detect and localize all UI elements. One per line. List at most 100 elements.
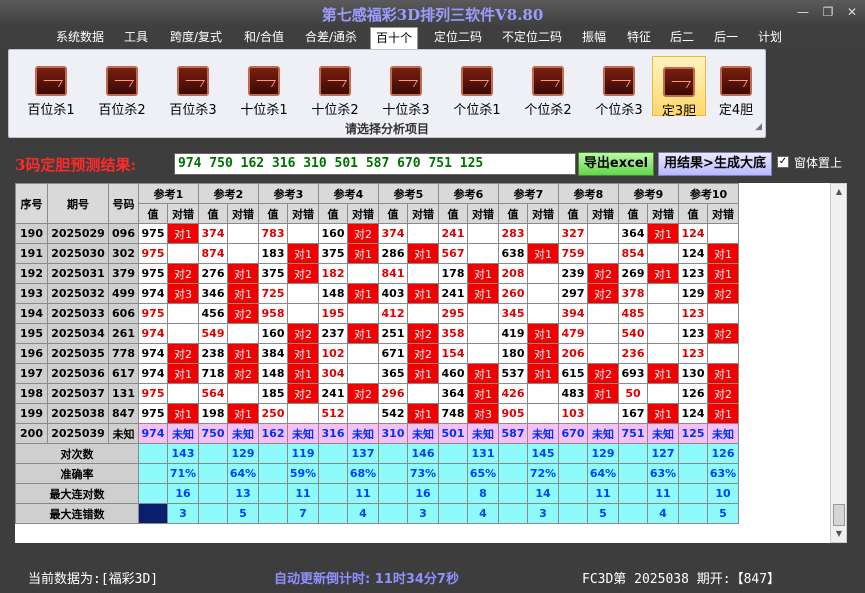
generate-base-button[interactable]: 用结果>生成大底 xyxy=(658,152,772,176)
cell-value: 975 xyxy=(138,243,168,264)
cell-value: 403 xyxy=(378,283,408,304)
cell-mark: 对1 xyxy=(467,283,499,304)
table-row[interactable]: 191 2025030 302 975 874 183 对1 375 对1 286 对1 567 638… xyxy=(15,243,739,264)
cell-value: 295 xyxy=(438,303,468,324)
chart-icon xyxy=(319,66,351,96)
menu-3[interactable]: 跨度/复式 xyxy=(165,27,227,49)
cell-mark xyxy=(407,263,439,284)
cell-mark: 对3 xyxy=(467,403,499,424)
menu-12[interactable]: 后一 xyxy=(711,27,741,49)
cell-mark xyxy=(587,243,619,264)
cell-mark xyxy=(347,343,379,364)
ribbon-button-2[interactable]: 百位杀2 xyxy=(92,56,152,118)
cell-value: 365 xyxy=(378,363,408,384)
value-header: 值 xyxy=(198,203,228,224)
analysis-table: 序号 期号 号码 参考1 参考2 参考3 参考4 参考5 参考6 参考7 参考8 参考9 参考10 值对错… xyxy=(15,183,739,524)
menu-2[interactable]: 工具 xyxy=(120,27,152,49)
cell-mark xyxy=(407,223,439,244)
menu-1[interactable]: 系统数据 xyxy=(53,27,107,49)
cell-value: 854 xyxy=(618,243,648,264)
cell-mark: 对1 xyxy=(407,403,439,424)
ribbon-button-1[interactable]: 百位杀1 xyxy=(21,56,81,118)
ribbon-button-label: 百位杀2 xyxy=(98,103,146,118)
stats-value: 3 xyxy=(527,503,559,524)
ribbon-button-6[interactable]: 十位杀3 xyxy=(376,56,436,118)
menu-7[interactable]: 定位二码 xyxy=(430,27,486,49)
export-excel-button[interactable]: 导出excel xyxy=(578,152,654,176)
table-row[interactable]: 198 2025037 131 975 564 185 对2 241 对2 296 364 对1 426… xyxy=(15,383,739,404)
table-row[interactable]: 195 2025034 261 974 549 160 对2 237 对1 251 对2 358 419… xyxy=(15,323,739,344)
cell-value: 180 xyxy=(498,343,528,364)
menu-13[interactable]: 计划 xyxy=(755,27,785,49)
restore-button[interactable]: ❐ xyxy=(817,4,839,20)
stats-spacer xyxy=(258,463,288,484)
table-row[interactable]: 197 2025036 617 974 对1 718 对2 148 对1 304 365 对1 460 对… xyxy=(15,363,739,384)
chart-icon xyxy=(532,66,564,96)
ribbon-button-label: 百位杀3 xyxy=(169,103,217,118)
value-header: 值 xyxy=(438,203,468,224)
menu-10[interactable]: 特征 xyxy=(622,27,656,49)
cell-value: 374 xyxy=(378,223,408,244)
result-field[interactable]: 974 750 162 316 310 501 587 670 751 125 xyxy=(174,153,576,175)
menu-5[interactable]: 合差/通杀 xyxy=(301,27,361,49)
cell-mark xyxy=(527,383,559,404)
ribbon-button-5[interactable]: 十位杀2 xyxy=(305,56,365,118)
menu-11[interactable]: 后二 xyxy=(667,27,697,49)
ribbon-button-7[interactable]: 个位杀1 xyxy=(447,56,507,118)
table-row[interactable]: 190 2025029 096 975 对1 374 783 160 对2 374 241 283 32… xyxy=(15,223,739,244)
table-row[interactable]: 194 2025033 606 975 456 对2 958 195 412 295 345 394 4… xyxy=(15,303,739,324)
scroll-up-icon[interactable]: ▲ xyxy=(831,184,847,200)
row-number: 379 xyxy=(108,263,139,284)
stats-spacer xyxy=(378,463,408,484)
topmost-checkbox[interactable]: ✓ xyxy=(777,156,789,168)
cell-mark: 对1 xyxy=(227,263,259,284)
value-header: 值 xyxy=(678,203,708,224)
table-row[interactable]: 199 2025038 847 975 对1 198 对1 250 512 542 对1 748 对3 9… xyxy=(15,403,739,424)
ribbon-button-label: 百位杀1 xyxy=(27,103,75,118)
ribbon-button-label: 十位杀2 xyxy=(311,103,359,118)
table-row[interactable]: 196 2025035 778 974 对2 238 对1 384 对1 102 671 对2 154 1… xyxy=(15,343,739,364)
cell-mark: 对1 xyxy=(707,263,739,284)
vertical-scrollbar[interactable]: ▲ ▼ xyxy=(830,183,847,543)
row-number: 617 xyxy=(108,363,139,384)
scroll-down-icon[interactable]: ▼ xyxy=(831,526,847,542)
menu-9[interactable]: 振幅 xyxy=(578,27,610,49)
menu-4[interactable]: 和/合值 xyxy=(239,27,289,49)
ribbon-button-4[interactable]: 十位杀1 xyxy=(234,56,294,118)
ribbon-expand-icon[interactable]: ◢ xyxy=(755,122,762,132)
reference-header: 参考5 xyxy=(378,183,439,204)
cell-mark xyxy=(227,323,259,344)
chart-icon xyxy=(603,66,635,96)
stats-value: 7 xyxy=(287,503,319,524)
cell-value: 126 xyxy=(678,383,708,404)
scroll-thumb[interactable] xyxy=(833,504,845,526)
cell-value: 50 xyxy=(618,383,648,404)
cell-mark xyxy=(227,243,259,264)
cell-mark xyxy=(707,223,739,244)
ribbon-button-3[interactable]: 百位杀3 xyxy=(163,56,223,118)
close-button[interactable]: ✕ xyxy=(841,4,863,20)
stats-spacer xyxy=(438,503,468,524)
cell-mark xyxy=(467,343,499,364)
row-period: 2025033 xyxy=(47,303,109,324)
table-row[interactable]: 192 2025031 379 975 对2 276 对1 375 对2 182 841 178 对1 2… xyxy=(15,263,739,284)
forecast-row[interactable]: 200 2025039 未知 974 未知 750 未知 162 未知 316 未知 310 未知 501… xyxy=(15,423,739,444)
stats-value: 129 xyxy=(227,443,259,464)
menu-6[interactable]: 百十个 xyxy=(370,27,418,49)
ribbon-button-9[interactable]: 个位杀3 xyxy=(589,56,649,118)
stats-spacer xyxy=(258,483,288,504)
stats-value: 63% xyxy=(647,463,679,484)
row-number: 261 xyxy=(108,323,139,344)
ribbon-button-11[interactable]: 定4胆 xyxy=(709,56,763,118)
cell-value: 198 xyxy=(198,403,228,424)
seq-header: 序号 xyxy=(15,183,48,224)
menu-8[interactable]: 不定位二码 xyxy=(498,27,566,49)
minimize-button[interactable]: — xyxy=(792,4,814,20)
ribbon-button-8[interactable]: 个位杀2 xyxy=(518,56,578,118)
forecast-mark: 未知 xyxy=(467,423,499,444)
forecast-mark: 未知 xyxy=(167,423,199,444)
cell-mark: 对1 xyxy=(527,243,559,264)
ribbon-button-10[interactable]: 定3胆 xyxy=(652,56,706,119)
table-row[interactable]: 193 2025032 499 974 对3 346 对1 725 148 对1 403 对1 241 对… xyxy=(15,283,739,304)
cell-value: 124 xyxy=(678,403,708,424)
